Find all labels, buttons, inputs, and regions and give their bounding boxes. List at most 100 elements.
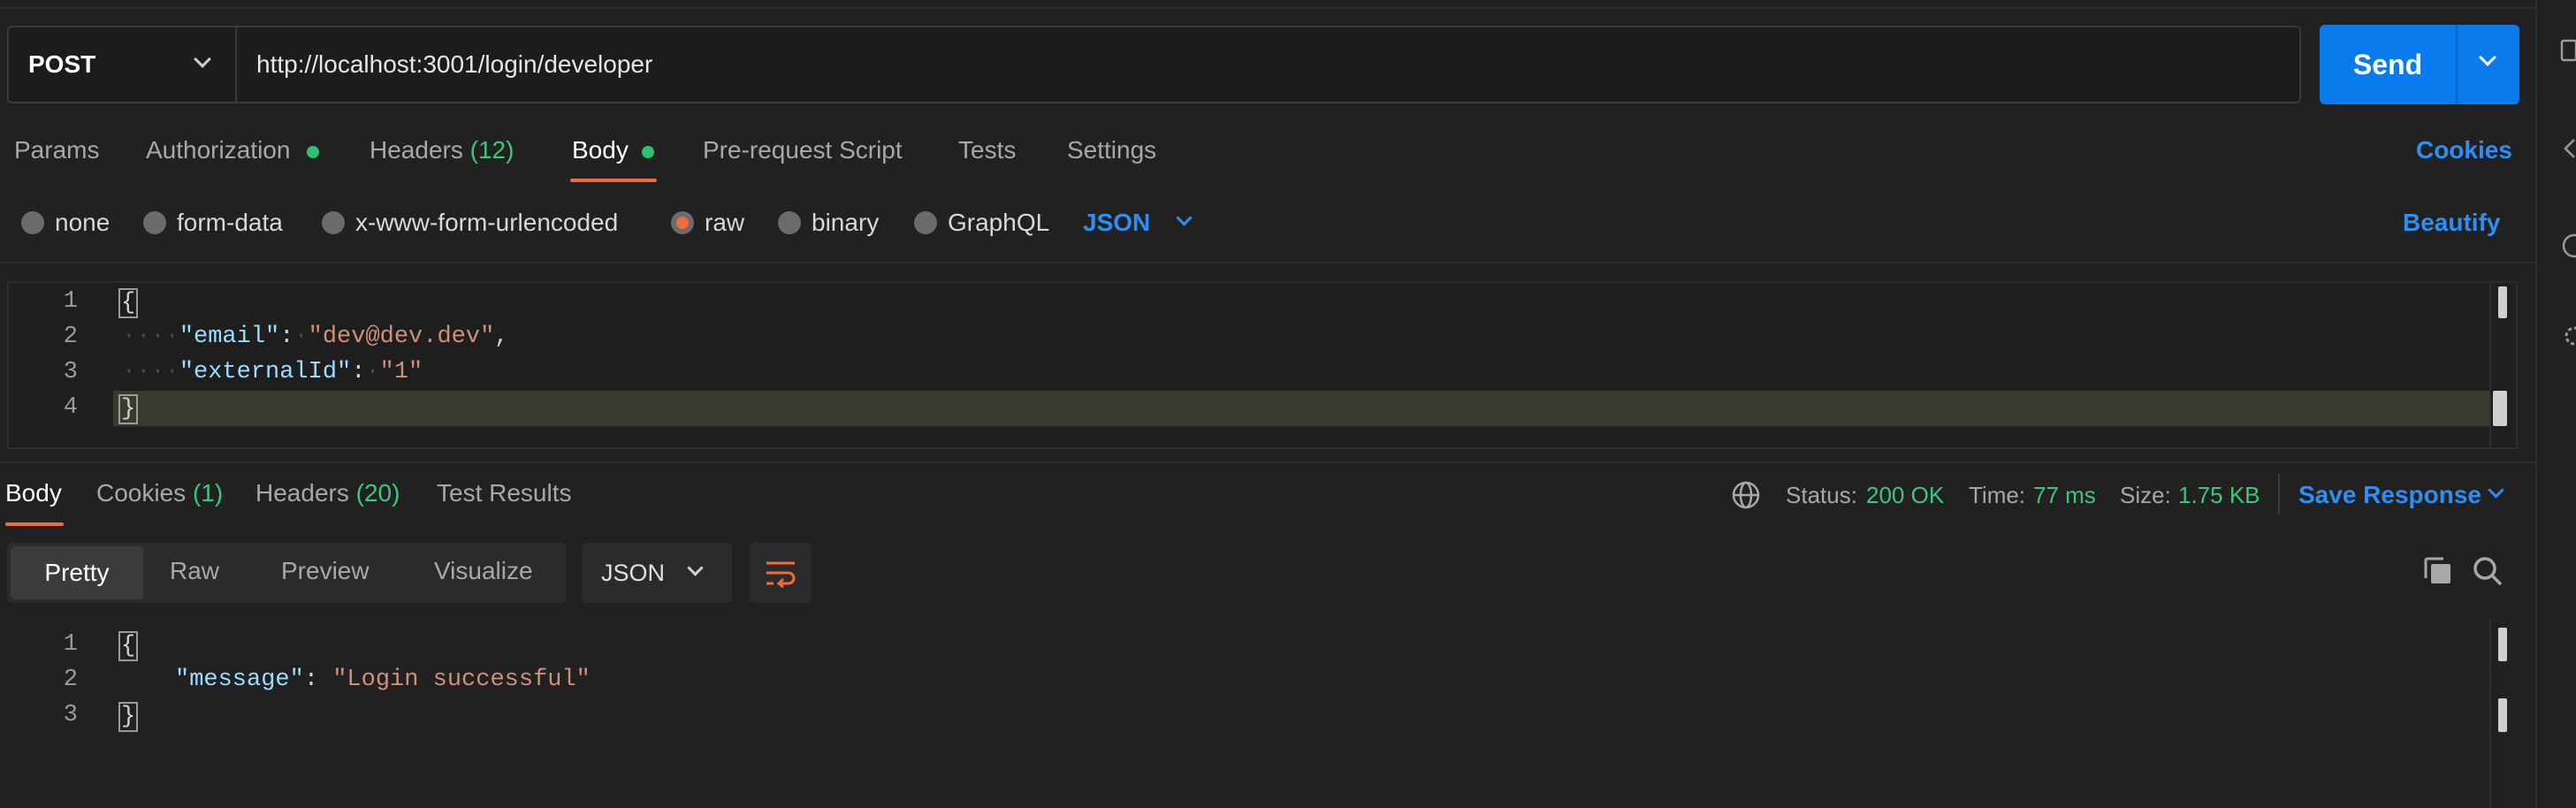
open-brace: {	[118, 288, 139, 318]
cookies-count: (1)	[192, 479, 224, 507]
response-tab-test-results[interactable]: Test Results	[437, 479, 572, 507]
code-line: }	[118, 702, 139, 732]
chevron-down-icon	[2479, 49, 2496, 66]
headers-count: (12)	[469, 136, 514, 164]
radio-form-data[interactable]	[143, 211, 166, 234]
send-label: Send	[2352, 48, 2423, 80]
response-tab-body[interactable]: Body	[5, 479, 62, 507]
radio-raw-label: raw	[705, 209, 745, 236]
size-value[interactable]: 1.75 KB	[2178, 482, 2260, 509]
tab-headers-label: Headers	[370, 136, 463, 164]
tab-params[interactable]: Params	[14, 136, 99, 164]
beautify-link[interactable]: Beautify	[2403, 209, 2500, 237]
body-format-select[interactable]: JSON	[1083, 209, 1150, 237]
body-status-dot	[642, 146, 654, 158]
active-tab-indicator	[5, 522, 64, 526]
line-number: 2	[63, 667, 78, 693]
status-label: Status:	[1786, 482, 1857, 508]
code-line: "message": "Login successful"	[175, 667, 591, 693]
top-strip	[0, 0, 2535, 9]
response-format-select[interactable]: JSON	[582, 543, 732, 603]
method-label: POST	[28, 50, 96, 78]
copy-icon[interactable]	[2422, 555, 2454, 587]
divider	[0, 461, 2535, 463]
radio-binary[interactable]	[778, 211, 801, 234]
response-format-label: JSON	[601, 559, 666, 586]
save-response-button[interactable]: Save Response	[2298, 481, 2481, 509]
settings-icon[interactable]	[2560, 324, 2576, 348]
active-tab-indicator	[570, 179, 657, 182]
send-button[interactable]: Send	[2320, 25, 2456, 104]
json-key: "externalId"	[179, 359, 352, 385]
radio-none-label: none	[55, 209, 111, 236]
url-input[interactable]	[239, 27, 2298, 102]
json-value: "1"	[379, 359, 423, 385]
chevron-left-icon[interactable]	[2562, 138, 2576, 159]
cookies-link[interactable]: Cookies	[2416, 136, 2512, 164]
send-options-button[interactable]	[2456, 25, 2519, 104]
tab-body[interactable]: Body	[572, 136, 629, 164]
view-preview-button[interactable]: Preview	[281, 557, 370, 585]
current-line-highlight	[113, 391, 2489, 426]
radio-form-data-label: form-data	[177, 209, 283, 236]
radio-urlencoded[interactable]	[322, 211, 345, 234]
radio-graphql[interactable]	[914, 211, 937, 234]
scrollbar-thumb[interactable]	[2493, 391, 2507, 426]
view-pretty-label: Pretty	[44, 559, 110, 586]
response-tab-cookies-label: Cookies	[96, 479, 187, 507]
scrollbar-track	[2489, 619, 2491, 808]
view-pretty-button[interactable]: Pretty	[11, 546, 143, 599]
code-line: {	[118, 288, 139, 318]
tab-tests[interactable]: Tests	[958, 136, 1016, 164]
status-value[interactable]: 200 OK	[1866, 482, 1944, 509]
divider	[0, 262, 2535, 263]
close-brace: }	[118, 394, 139, 424]
size-label: Size:	[2120, 482, 2171, 508]
scrollbar-thumb[interactable]	[2498, 628, 2507, 661]
document-icon[interactable]	[2560, 39, 2576, 62]
json-key: "message"	[175, 667, 304, 693]
response-tab-cookies[interactable]: Cookies (1)	[96, 479, 223, 507]
line-number: 4	[63, 394, 78, 421]
response-tab-headers[interactable]: Headers (20)	[255, 479, 400, 507]
search-icon[interactable]	[2472, 555, 2504, 587]
time-label: Time:	[1969, 482, 2026, 508]
close-brace: }	[118, 702, 139, 732]
divider	[2278, 474, 2280, 515]
scrollbar-thumb[interactable]	[2498, 698, 2507, 732]
radio-graphql-label: GraphQL	[948, 209, 1050, 236]
chevron-down-icon[interactable]	[2488, 482, 2504, 499]
tab-prerequest-script[interactable]: Pre-request Script	[703, 136, 903, 164]
line-number: 1	[63, 631, 78, 658]
code-line: ····"email":·"dev@dev.dev",	[122, 324, 509, 350]
json-value: "Login successful"	[332, 667, 591, 693]
line-number: 3	[63, 359, 78, 385]
tab-settings[interactable]: Settings	[1067, 136, 1156, 164]
line-number: 3	[63, 702, 78, 728]
code-line: ····"externalId":·"1"	[122, 359, 423, 385]
radio-none[interactable]	[21, 211, 44, 234]
scrollbar-thumb[interactable]	[2498, 286, 2507, 318]
authorization-status-dot	[307, 146, 319, 158]
globe-icon[interactable]	[1731, 480, 1761, 510]
radio-raw[interactable]	[671, 211, 694, 234]
json-key: "email"	[179, 324, 280, 350]
line-number: 1	[63, 288, 78, 315]
json-value: "dev@dev.dev"	[308, 324, 495, 350]
view-visualize-button[interactable]: Visualize	[434, 557, 533, 585]
right-sidebar-divider	[2535, 0, 2537, 808]
code-line: }	[118, 394, 139, 424]
open-brace: {	[118, 631, 139, 661]
info-icon[interactable]	[2560, 233, 2576, 258]
wrap-lines-icon	[766, 561, 796, 588]
chevron-down-icon[interactable]	[1176, 210, 1193, 226]
scrollbar-track	[2489, 283, 2491, 447]
tab-authorization[interactable]: Authorization	[146, 136, 290, 164]
code-line: {	[118, 631, 139, 661]
view-raw-button[interactable]: Raw	[170, 557, 219, 585]
radio-urlencoded-label: x-www-form-urlencoded	[355, 209, 619, 236]
time-value[interactable]: 77 ms	[2033, 482, 2096, 509]
response-tab-headers-label: Headers	[255, 479, 349, 507]
radio-binary-label: binary	[812, 209, 880, 236]
tab-headers[interactable]: Headers (12)	[370, 136, 514, 164]
